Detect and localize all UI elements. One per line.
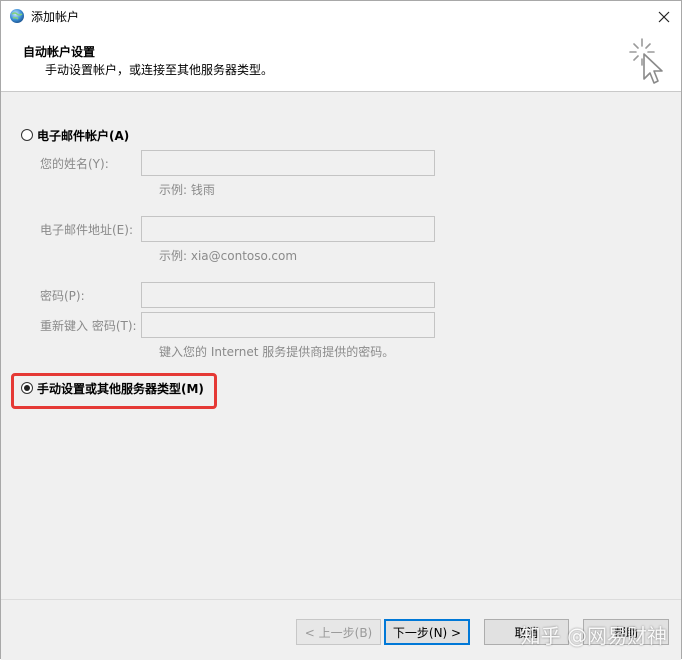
password-label: 密码(P): bbox=[40, 289, 85, 303]
email-account-label[interactable]: 电子邮件帐户(A) bbox=[37, 127, 129, 144]
wizard-cursor-icon bbox=[624, 35, 668, 89]
back-button[interactable]: < 上一步(B) bbox=[296, 619, 381, 645]
password-hint: 键入您的 Internet 服务提供商提供的密码。 bbox=[159, 345, 395, 359]
header-title: 自动帐户设置 bbox=[23, 45, 96, 59]
name-label: 您的姓名(Y): bbox=[40, 157, 109, 171]
highlight-annotation bbox=[11, 373, 217, 409]
watermark: 知乎 @网易财神 bbox=[520, 624, 667, 648]
close-button[interactable] bbox=[647, 1, 681, 32]
wizard-content: 电子邮件帐户(A) 您的姓名(Y): 示例: 钱雨 电子邮件地址(E): 示例:… bbox=[1, 92, 681, 599]
email-account-radio[interactable] bbox=[21, 129, 33, 141]
title-bar: 添加帐户 bbox=[1, 1, 681, 32]
name-hint: 示例: 钱雨 bbox=[159, 183, 215, 197]
password-input[interactable] bbox=[141, 282, 435, 308]
wizard-header: 自动帐户设置 手动设置帐户，或连接至其他服务器类型。 bbox=[1, 32, 681, 92]
email-input[interactable] bbox=[141, 216, 435, 242]
next-button[interactable]: 下一步(N) > bbox=[384, 619, 470, 645]
close-icon bbox=[658, 11, 670, 22]
window-title: 添加帐户 bbox=[31, 10, 80, 24]
name-input[interactable] bbox=[141, 150, 435, 176]
password-retype-input[interactable] bbox=[141, 312, 435, 338]
email-hint: 示例: xia@contoso.com bbox=[159, 249, 298, 263]
email-label: 电子邮件地址(E): bbox=[40, 223, 133, 237]
password-retype-label: 重新键入 密码(T): bbox=[40, 319, 137, 333]
add-account-dialog: 添加帐户 自动帐户设置 手动设置帐户，或连接至其他服务器类型。 电子邮件帐户(A… bbox=[0, 0, 682, 660]
header-subtitle: 手动设置帐户，或连接至其他服务器类型。 bbox=[45, 63, 274, 77]
outlook-globe-icon bbox=[9, 8, 25, 24]
